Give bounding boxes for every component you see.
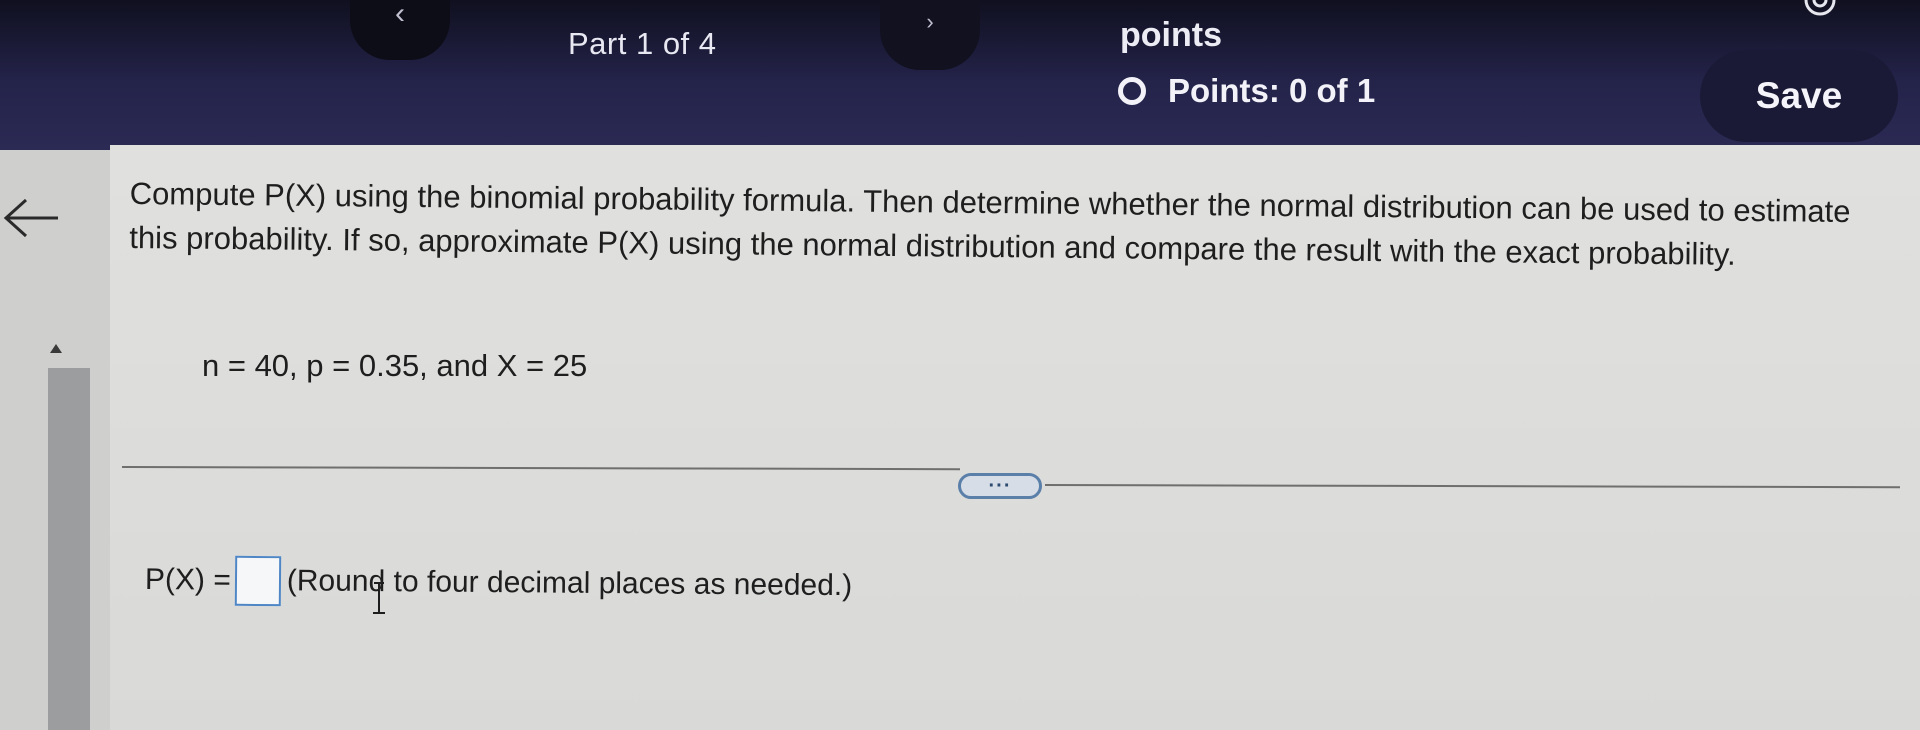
points-status: Points: 0 of 1: [1118, 72, 1375, 110]
chevron-right-icon: ›: [926, 9, 934, 34]
question-instruction: Compute P(X) using the binomial probabil…: [129, 175, 1851, 272]
chevron-left-icon: ‹: [395, 0, 405, 30]
part-indicator: Part 1 of 4: [568, 26, 717, 61]
scroll-up-icon[interactable]: [50, 344, 62, 353]
text-cursor-icon: [373, 582, 385, 614]
save-button[interactable]: Save: [1700, 50, 1898, 142]
points-label: points: [1120, 16, 1222, 54]
next-part-button[interactable]: ›: [880, 0, 980, 70]
answer-input[interactable]: [234, 555, 282, 607]
points-score: Points: 0 of 1: [1168, 72, 1376, 109]
settings-icon[interactable]: [1798, 0, 1842, 24]
status-circle-icon: [1118, 77, 1146, 105]
back-arrow-icon[interactable]: [0, 196, 62, 240]
expand-more-button[interactable]: ···: [958, 473, 1042, 499]
top-toolbar: ‹ Part 1 of 4 › points Points: 0 of 1 Sa…: [0, 0, 1920, 150]
given-values: n = 40, p = 0.35, and X = 25: [202, 348, 588, 383]
answer-label: P(X) =: [144, 563, 232, 597]
answer-row: P(X) = (Round to four decimal places as …: [145, 555, 853, 611]
previous-part-button[interactable]: ‹: [350, 0, 450, 60]
side-scrollbar[interactable]: [48, 368, 90, 730]
